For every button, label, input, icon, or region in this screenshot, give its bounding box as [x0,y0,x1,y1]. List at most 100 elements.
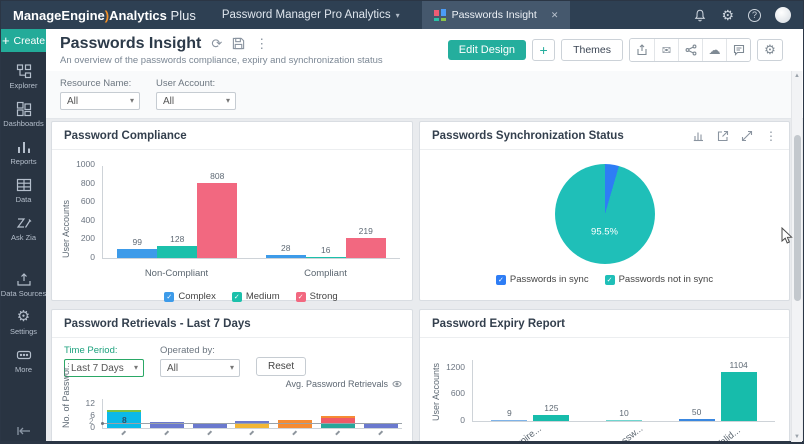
retrievals-chart: — Avg. Password Retrievals No. of Passwo… [102,379,402,434]
vertical-scrollbar[interactable]: ▲ ▼ [791,71,802,442]
bar-value-label: 125 [544,403,558,413]
sidebar-item-reports[interactable]: Reports [1,139,46,166]
time-period-select[interactable]: Last 7 Days [64,359,144,377]
stacked-bar[interactable]: 8 [107,410,141,428]
bar[interactable]: 125 [533,415,569,421]
create-button[interactable]: + Create [1,29,46,52]
average-line-marker [101,422,104,425]
expiry-chart: User Accounts 06001200912510501104 Expir… [472,360,775,441]
panel-title: Passwords Synchronization Status [432,130,624,142]
sidebar-item-explorer[interactable]: Explorer [1,63,46,90]
header-actions: Edit Design + Themes ✉ ☁ ⚙ [448,38,783,62]
x-axis-categories: Expire...Passw...Valid... [472,426,775,441]
bar[interactable]: 50 [679,419,715,421]
export-button[interactable] [630,39,654,61]
bar[interactable]: 9 [491,420,527,422]
legend-item[interactable]: Complex [164,291,216,302]
operated-by-field: Operated by: All [160,345,240,377]
operated-by-select[interactable]: All [160,359,240,377]
x-category-label: Compliant [304,268,347,279]
legend-checkbox-icon [164,292,174,302]
kebab-menu-icon[interactable]: ⋮ [765,129,777,143]
sidebar-item-data-sources[interactable]: Data Sources [1,271,46,298]
panel-header: Password Retrievals - Last 7 Days [52,310,412,338]
stacked-bar[interactable] [364,423,398,428]
bar[interactable]: 99 [117,249,157,258]
compliance-plot: User Accounts 02004006008001000991288082… [102,166,400,259]
settings-button[interactable]: ⚙ [757,39,783,61]
data-sources-icon [16,271,32,287]
panel-password-expiry: Password Expiry Report User Accounts 060… [419,309,790,441]
bar[interactable]: 28 [266,255,306,258]
stacked-bar[interactable] [278,420,312,428]
resource-name-select[interactable]: All [60,92,140,110]
tab-passwords-insight[interactable]: Passwords Insight ✕ [422,1,571,29]
export-icon [636,44,648,56]
legend-item[interactable]: Passwords not in sync [605,274,714,285]
kebab-menu-icon[interactable]: ⋮ [255,36,268,52]
bar-segment: 8 [107,412,141,428]
bar[interactable]: 128 [157,246,197,258]
sidebar-item-ask-zia[interactable]: Ask Zia [1,215,46,242]
legend-checkbox-icon [605,275,615,285]
time-period-label: Time Period: [64,345,144,356]
bar[interactable]: 808 [197,183,237,258]
share-nodes-icon [685,44,697,56]
share-button[interactable] [678,39,702,61]
legend-label: Medium [246,291,280,302]
collapse-arrow-icon [16,425,32,437]
scroll-down-icon[interactable]: ▼ [792,434,802,440]
edit-design-button[interactable]: Edit Design [448,40,526,60]
save-icon[interactable] [232,37,245,50]
tab-label: Passwords Insight [452,9,537,21]
reset-button[interactable]: Reset [256,357,306,376]
sidebar-item-settings[interactable]: ⚙ Settings [1,309,46,336]
bar[interactable]: 10 [606,420,642,422]
avatar[interactable] [775,7,791,23]
panel-header: Passwords Synchronization Status ⋮ [420,122,789,150]
bar[interactable]: 16 [306,257,346,259]
refresh-icon[interactable]: ⟳ [211,36,222,52]
stacked-bar[interactable] [321,416,355,428]
bar[interactable]: 219 [346,238,386,258]
bell-icon[interactable] [693,8,707,23]
open-in-new-icon[interactable] [717,130,729,142]
sidebar-item-dashboards[interactable]: Dashboards [1,101,46,128]
panel-header: Password Expiry Report [420,310,789,338]
add-button[interactable]: + [532,39,555,61]
comments-button[interactable] [726,39,750,61]
sidebar-collapse-button[interactable] [1,425,46,437]
scroll-up-icon[interactable]: ▲ [792,73,802,79]
gear-icon[interactable]: ⚙ [721,7,734,24]
y-axis-label: User Accounts [61,166,71,258]
eye-icon[interactable] [392,380,402,388]
x-category-label: Valid... [714,425,743,441]
envelope-icon: ✉ [662,44,671,57]
themes-button[interactable]: Themes [561,39,623,61]
legend-item[interactable]: Medium [232,291,280,302]
tab-close-icon[interactable]: ✕ [551,10,559,21]
x-category-cell: Compliant [251,263,400,281]
average-line [103,423,402,424]
legend-item[interactable]: Strong [296,291,338,302]
legend-item[interactable]: Passwords in sync [496,274,589,285]
workspace-selector[interactable]: Password Manager Pro Analytics ▾ [222,9,400,21]
bar[interactable]: 1104 [721,372,757,421]
panel-password-compliance: Password Compliance User Accounts 020040… [51,121,413,301]
sidebar-item-more[interactable]: More [1,347,46,374]
stacked-bar[interactable] [193,424,227,428]
help-icon[interactable]: ? [748,9,761,22]
y-tick-label: 800 [81,178,95,188]
email-button[interactable]: ✉ [654,39,678,61]
chart-type-icon[interactable] [693,130,705,142]
sidebar-item-data[interactable]: Data [1,177,46,204]
bar-value-label: 28 [281,243,290,253]
dashboard-area: Password Compliance User Accounts 020040… [46,119,803,441]
expand-icon[interactable] [741,130,753,142]
pie[interactable]: 95.5% [555,164,655,264]
scrollbar-thumb[interactable] [794,135,801,301]
x-tick-stub [164,430,169,435]
publish-button[interactable]: ☁ [702,39,726,61]
user-account-select[interactable]: All [156,92,236,110]
panel-header: Password Compliance [52,122,412,150]
